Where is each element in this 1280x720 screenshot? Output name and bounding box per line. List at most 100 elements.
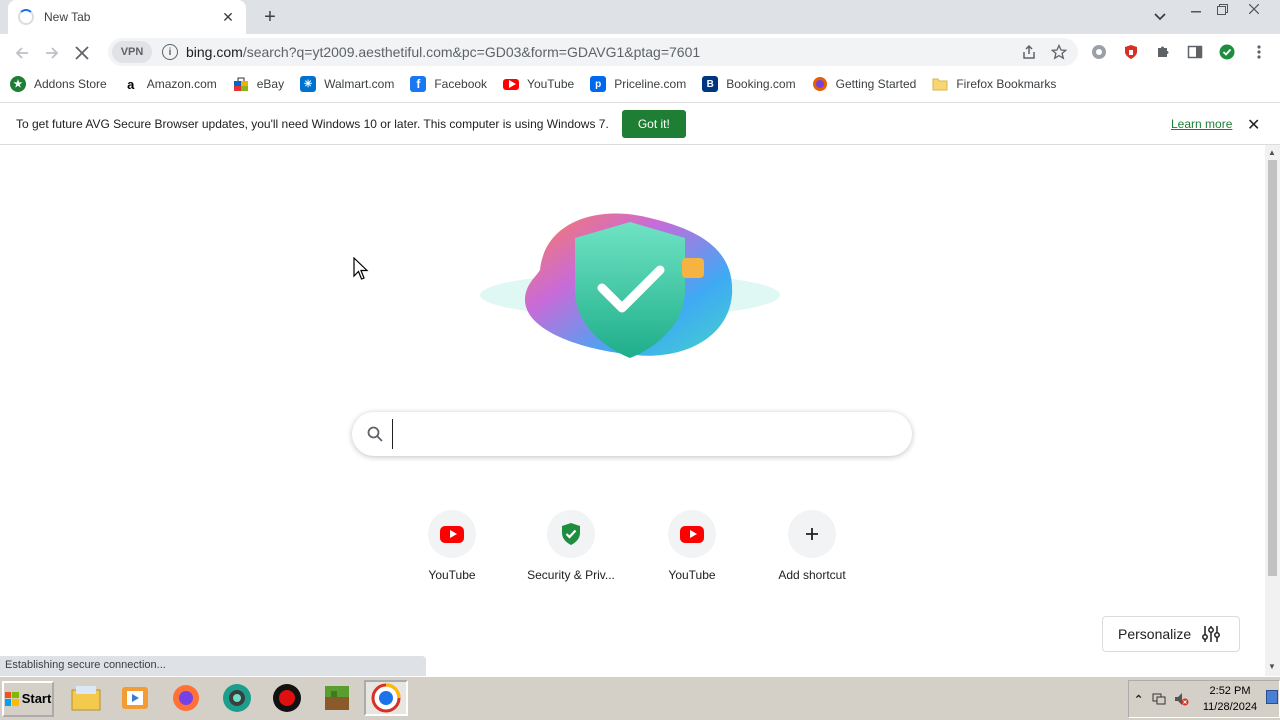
vpn-button[interactable]: VPN xyxy=(112,41,152,63)
vertical-scrollbar[interactable]: ▲ ▼ xyxy=(1265,145,1280,676)
mouse-cursor-icon xyxy=(353,257,369,280)
bookmark-walmart[interactable]: ✳ Walmart.com xyxy=(300,76,394,92)
side-panel-icon[interactable] xyxy=(1180,38,1210,66)
folder-icon xyxy=(932,76,948,92)
menu-kebab-icon[interactable] xyxy=(1244,38,1274,66)
show-hidden-icons-chevron-icon[interactable]: ⌃ xyxy=(1134,693,1143,706)
shortcut-label: YouTube xyxy=(428,568,476,582)
shield-check-icon xyxy=(562,523,580,545)
scroll-up-arrow-icon[interactable]: ▲ xyxy=(1268,148,1276,157)
learn-more-link[interactable]: Learn more xyxy=(1171,117,1232,131)
shortcut-youtube-2[interactable]: YouTube xyxy=(636,510,748,582)
shortcut-security-privacy[interactable]: Security & Priv... xyxy=(515,510,627,582)
bookmark-star-icon[interactable] xyxy=(1044,38,1074,66)
addons-store-icon: ★ xyxy=(10,76,26,92)
share-icon[interactable] xyxy=(1014,38,1044,66)
show-desktop-button[interactable] xyxy=(1266,690,1278,704)
url-text[interactable]: bing.com/search?q=yt2009.aesthetiful.com… xyxy=(186,44,1014,60)
bookmarks-bar: ★ Addons Store a Amazon.com eBay ✳ Walma… xyxy=(0,71,1280,97)
volume-muted-icon[interactable] xyxy=(1173,691,1189,707)
minimize-button[interactable] xyxy=(1183,0,1209,18)
taskbar-record-icon[interactable] xyxy=(265,680,309,716)
shortcut-label: Security & Priv... xyxy=(527,568,615,582)
tab-strip: New Tab ✕ + xyxy=(0,0,1280,34)
personalize-button[interactable]: Personalize xyxy=(1102,616,1240,652)
bookmark-youtube[interactable]: YouTube xyxy=(503,76,574,92)
avg-shield-illustration xyxy=(470,200,790,370)
bookmark-getting-started[interactable]: Getting Started xyxy=(812,76,917,92)
shortcut-youtube-1[interactable]: YouTube xyxy=(396,510,508,582)
bookmark-label: Firefox Bookmarks xyxy=(956,77,1057,91)
shortcut-label: YouTube xyxy=(668,568,716,582)
new-tab-page: YouTube Security & Priv... YouTube Add s… xyxy=(0,145,1264,676)
youtube-icon xyxy=(680,525,704,543)
search-input[interactable] xyxy=(392,419,912,449)
privacy-extension-icon[interactable] xyxy=(1084,38,1114,66)
network-icon[interactable] xyxy=(1151,691,1167,707)
facebook-icon: f xyxy=(410,76,427,92)
restore-button[interactable] xyxy=(1209,0,1235,18)
clock-time: 2:52 PM xyxy=(1209,685,1251,697)
site-info-icon[interactable]: i xyxy=(162,44,178,60)
scrollbar-thumb[interactable] xyxy=(1268,160,1277,576)
firefox-icon xyxy=(812,76,828,92)
shortcut-icon-circle xyxy=(547,510,595,558)
bookmark-booking[interactable]: B Booking.com xyxy=(702,76,796,92)
ebay-icon xyxy=(233,76,249,92)
close-tab-icon[interactable]: ✕ xyxy=(220,9,236,25)
taskbar-media-player-icon[interactable] xyxy=(113,680,157,716)
personalize-label: Personalize xyxy=(1118,626,1192,642)
shortcut-icon-circle xyxy=(668,510,716,558)
bookmark-label: YouTube xyxy=(527,77,575,91)
bookmark-label: Walmart.com xyxy=(324,77,395,91)
avg-shield-icon[interactable] xyxy=(1212,38,1242,66)
tab-new-tab[interactable]: New Tab ✕ xyxy=(8,0,246,34)
loading-spinner-icon xyxy=(18,9,34,25)
taskbar-avg-browser-icon[interactable] xyxy=(364,680,408,716)
tab-search-chevron-icon[interactable] xyxy=(1148,6,1172,28)
taskbar-file-explorer-icon[interactable] xyxy=(64,680,108,716)
clock-date: 11/28/2024 xyxy=(1202,701,1258,713)
bookmark-addons-store[interactable]: ★ Addons Store xyxy=(10,76,107,92)
search-icon xyxy=(367,426,383,442)
close-window-button[interactable] xyxy=(1241,0,1267,18)
taskbar-firefox-icon[interactable] xyxy=(164,680,208,716)
forward-button[interactable] xyxy=(37,38,67,68)
close-infobar-icon[interactable]: ✕ xyxy=(1247,115,1260,135)
bookmark-firefox-bookmarks[interactable]: Firefox Bookmarks xyxy=(932,76,1056,92)
windows-flag-icon xyxy=(4,691,19,706)
bookmark-ebay[interactable]: eBay xyxy=(233,76,284,92)
plus-icon xyxy=(806,528,818,540)
scroll-down-arrow-icon[interactable]: ▼ xyxy=(1268,662,1276,671)
start-button[interactable]: Start xyxy=(2,680,54,717)
search-box[interactable] xyxy=(352,412,912,456)
stop-loading-button[interactable] xyxy=(67,38,97,68)
new-tab-button[interactable]: + xyxy=(258,5,282,29)
bookmark-label: Priceline.com xyxy=(614,77,687,91)
booking-icon: B xyxy=(702,76,719,92)
shortcut-icon-circle xyxy=(428,510,476,558)
adblock-extension-icon[interactable] xyxy=(1116,38,1146,66)
got-it-button[interactable]: Got it! xyxy=(621,109,686,138)
url-domain: bing.com xyxy=(186,44,243,60)
bookmark-label: Addons Store xyxy=(34,77,107,91)
bookmark-label: Facebook xyxy=(434,77,488,91)
taskbar-minecraft-icon[interactable] xyxy=(315,680,359,716)
extensions-puzzle-icon[interactable] xyxy=(1148,38,1178,66)
system-clock[interactable]: 2:52 PM 11/28/2024 xyxy=(1195,683,1265,715)
shortcut-icon-circle xyxy=(788,510,836,558)
taskbar-globe-icon[interactable] xyxy=(215,680,259,716)
bookmark-facebook[interactable]: f Facebook xyxy=(410,76,487,92)
bookmark-priceline[interactable]: p Priceline.com xyxy=(590,76,686,92)
bookmark-amazon[interactable]: a Amazon.com xyxy=(122,76,217,92)
address-bar[interactable]: VPN i bing.com/search?q=yt2009.aesthetif… xyxy=(108,38,1078,66)
bookmark-label: Booking.com xyxy=(726,77,796,91)
update-infobar: To get future AVG Secure Browser updates… xyxy=(0,102,1280,145)
youtube-icon xyxy=(440,525,464,543)
tab-title: New Tab xyxy=(44,10,91,24)
youtube-icon xyxy=(503,76,520,92)
add-shortcut-button[interactable]: Add shortcut xyxy=(756,510,868,582)
bookmark-label: Getting Started xyxy=(835,77,917,91)
bookmark-label: eBay xyxy=(256,77,285,91)
back-button[interactable] xyxy=(7,38,37,68)
